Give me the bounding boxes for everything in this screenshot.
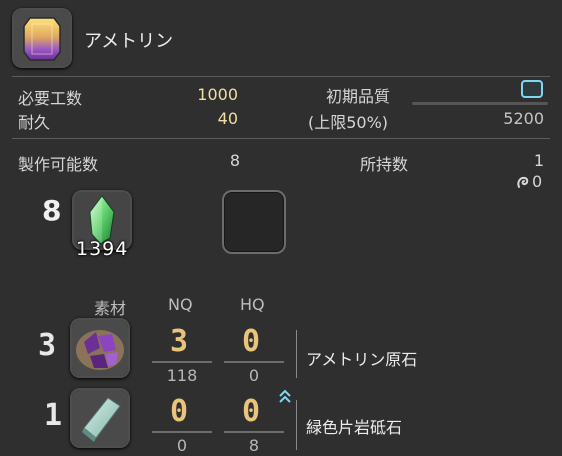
required-progress-value: 1000 [197, 85, 238, 104]
nq-held-count: 0 [176, 436, 188, 455]
header-divider [12, 76, 550, 77]
hq-underline [224, 361, 284, 363]
item-icon-frame[interactable] [12, 8, 72, 68]
hq-underline [224, 431, 284, 433]
durability-value: 40 [217, 109, 238, 128]
retainer-count: 0 [532, 172, 543, 191]
empty-crystal-slot[interactable] [222, 190, 286, 254]
nq-header: NQ [168, 295, 193, 314]
ametrine-ore-icon [72, 320, 128, 376]
item-name: アメトリン [84, 31, 174, 52]
owned-label: 所持数 [360, 155, 409, 174]
hq-held-count: 0 [248, 366, 260, 385]
durability-label: 耐久 [18, 113, 51, 132]
row-separator [296, 330, 297, 378]
nq-selected-count[interactable]: 3 [170, 324, 188, 359]
material-name[interactable]: アメトリン原石 [306, 346, 417, 370]
row-separator [296, 400, 297, 450]
nq-selected-count[interactable]: 0 [170, 394, 188, 429]
crystal-held-count: 1394 [76, 238, 129, 260]
material-required-quantity: 3 [38, 328, 57, 363]
stats-divider [12, 138, 550, 139]
hq-header: HQ [240, 295, 265, 314]
nq-underline [152, 361, 212, 363]
material-slot[interactable] [70, 388, 130, 448]
nq-underline [152, 431, 212, 433]
hq-selected-count[interactable]: 0 [242, 394, 260, 429]
material-header: 素材 [94, 299, 127, 318]
craftable-value: 8 [229, 151, 240, 170]
hq-held-count: 8 [248, 436, 260, 455]
quality-cap-label: (上限50%) [308, 113, 389, 132]
nq-held-count: 118 [166, 366, 198, 385]
hq-selected-count[interactable]: 0 [242, 324, 260, 359]
quality-bar [412, 102, 548, 105]
initial-quality-label: 初期品質 [326, 87, 391, 106]
ametrine-gem-icon [14, 10, 70, 66]
retainer-icon [516, 174, 530, 188]
material-slot[interactable] [70, 318, 130, 378]
craftable-label: 製作可能数 [18, 155, 99, 174]
material-required-quantity: 1 [44, 398, 63, 433]
hq-upgrade-icon [278, 388, 292, 404]
material-name[interactable]: 緑色片岩砥石 [306, 414, 402, 438]
quality-cap-value: 5200 [503, 109, 544, 128]
initial-quality-toggle[interactable] [521, 80, 543, 98]
whetstone-icon [72, 390, 128, 446]
required-progress-label: 必要工数 [18, 89, 83, 108]
owned-value: 1 [533, 151, 544, 170]
crystal-required-quantity: 8 [42, 194, 62, 227]
